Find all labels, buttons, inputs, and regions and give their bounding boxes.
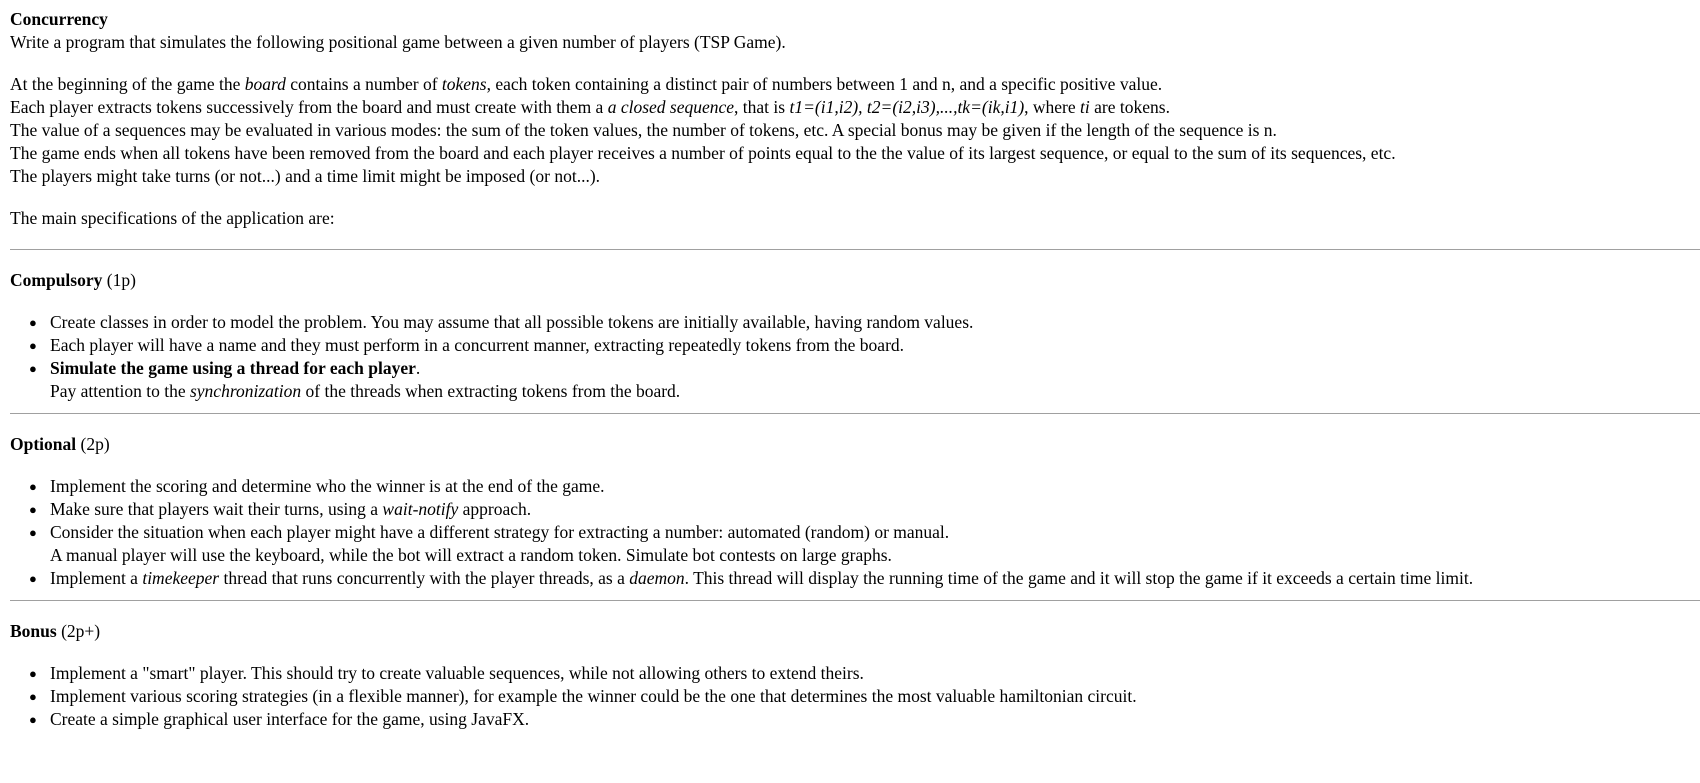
title-text: Concurrency [10, 9, 108, 29]
bullet-dot-icon: ● [29, 666, 37, 681]
text-run: Implement a [50, 568, 143, 588]
bullet-dot-icon: ● [29, 525, 37, 540]
list-item-text: Implement various scoring strategies (in… [50, 686, 1137, 706]
emphasis-synchronization: synchronization [189, 381, 302, 401]
document-page: Concurrency Write a program that simulat… [10, 8, 1700, 731]
intro-line: Write a program that simulates the follo… [10, 32, 786, 52]
intro-paragraph-value: The value of a sequences may be evaluate… [10, 120, 1277, 140]
emphasis-daemon: daemon [629, 568, 685, 588]
list-item-text: Each player will have a name and they mu… [50, 335, 905, 355]
text-run: approach. [458, 499, 532, 519]
text-run: Make sure that players wait their turns,… [50, 499, 383, 519]
bullet-dot-icon: ● [29, 338, 37, 353]
emphasis-ti: ti [1080, 97, 1090, 117]
text-run: , that is [734, 97, 790, 117]
emphasis-wait-notify: wait-notify [382, 499, 459, 519]
list-item: ● Implement the scoring and determine who… [29, 475, 1700, 498]
bullet-dot-icon: ● [29, 689, 37, 704]
compulsory-list: ● Create classes in order to model the pr… [10, 311, 1700, 403]
list-item-text: Implement a "smart" player. This should … [50, 663, 864, 683]
page-title: Concurrency [10, 8, 1700, 31]
bullet-dot-icon: ● [29, 571, 37, 586]
optional-list: ● Implement the scoring and determine who… [10, 475, 1700, 590]
list-item: ● Implement a timekeeper thread that runs… [29, 567, 1700, 590]
list-item: ● Implement a "smart" player. This should… [29, 662, 1700, 685]
text-run: . [415, 358, 421, 378]
emphasis-tokens: tokens [441, 74, 487, 94]
emphasis-thread-per-player: Simulate the game using a thread for eac… [50, 358, 416, 378]
intro-paragraph-board: At the beginning of the game the board c… [10, 73, 1700, 96]
text-run: , where [1024, 97, 1081, 117]
bullet-dot-icon: ● [29, 479, 37, 494]
list-item-text: Implement the scoring and determine who … [50, 476, 605, 496]
list-item: ● Create classes in order to model the pr… [29, 311, 1700, 334]
bullet-dot-icon: ● [29, 502, 37, 517]
optional-title: Optional [10, 434, 77, 454]
bonus-list: ● Implement a "smart" player. This should… [10, 662, 1700, 731]
optional-heading: Optional (2p) [10, 433, 1700, 456]
text-run: At the beginning of the game the [10, 74, 245, 94]
compulsory-title: Compulsory [10, 270, 103, 290]
text-run: contains a number of [285, 74, 442, 94]
text-run: . This thread will display the running t… [684, 568, 1474, 588]
text-run: , each token containing a distinct pair … [486, 74, 1163, 94]
intro-paragraph-end: The game ends when all tokens have been … [10, 143, 1396, 163]
text-run: of the threads when extracting tokens fr… [301, 381, 681, 401]
intro-paragraph-sequence: Each player extracts tokens successively… [10, 96, 1700, 119]
list-item-text: Consider the situation when each player … [50, 522, 950, 542]
compulsory-points: (1p) [102, 270, 136, 290]
list-item: ● Consider the situation when each player… [29, 521, 1700, 567]
emphasis-board: board [244, 74, 286, 94]
list-item-text: Create classes in order to model the pro… [50, 312, 974, 332]
list-item-text: A manual player will use the keyboard, w… [50, 545, 892, 565]
compulsory-heading: Compulsory (1p) [10, 269, 1700, 292]
list-item: ● Each player will have a name and they m… [29, 334, 1700, 357]
list-item: ● Simulate the game using a thread for ea… [29, 357, 1700, 403]
list-item: ● Implement various scoring strategies (i… [29, 685, 1700, 708]
specs-intro: The main specifications of the applicati… [10, 208, 335, 228]
emphasis-formula: t1=(i1,i2), t2=(i2,i3),...,tk=(ik,i1) [789, 97, 1025, 117]
intro-paragraph-turns: The players might take turns (or not...)… [10, 166, 601, 186]
bonus-heading: Bonus (2p+) [10, 620, 1700, 643]
emphasis-timekeeper: timekeeper [142, 568, 220, 588]
text-run: are tokens. [1089, 97, 1170, 117]
bullet-dot-icon: ● [29, 361, 37, 376]
list-item: ● Create a simple graphical user interfac… [29, 708, 1700, 731]
list-item-text: Create a simple graphical user interface… [50, 709, 530, 729]
bonus-title: Bonus [10, 621, 57, 641]
text-run: Pay attention to the [50, 381, 190, 401]
list-item: ● Make sure that players wait their turns… [29, 498, 1700, 521]
text-run: thread that runs concurrently with the p… [219, 568, 630, 588]
text-run: Each player extracts tokens successively… [10, 97, 608, 117]
emphasis-closed-sequence: a closed sequence [607, 97, 735, 117]
optional-points: (2p) [76, 434, 110, 454]
bonus-points: (2p+) [56, 621, 101, 641]
bullet-dot-icon: ● [29, 315, 37, 330]
bullet-dot-icon: ● [29, 712, 37, 727]
